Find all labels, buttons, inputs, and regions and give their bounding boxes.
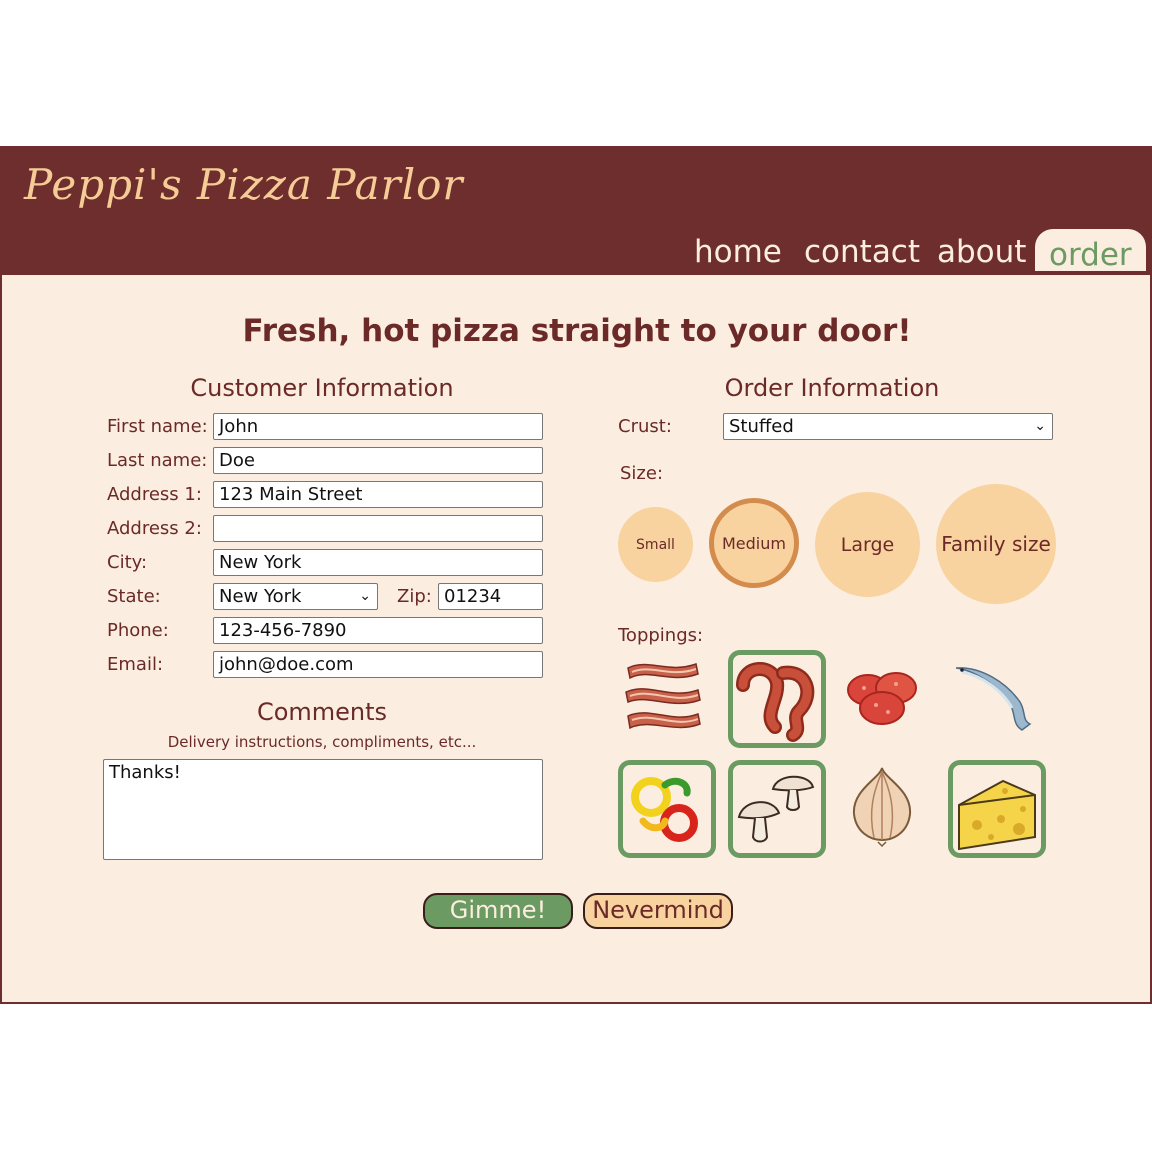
site-logo[interactable]: Peppi's Pizza Parlor <box>24 160 464 209</box>
phone-label: Phone: <box>107 620 169 641</box>
crust-select-value: Stuffed <box>729 416 794 437</box>
topping-peppers[interactable] <box>618 760 716 858</box>
zip-label: Zip: <box>397 586 432 607</box>
customer-info-title: Customer Information <box>190 374 454 402</box>
cheese-icon <box>958 779 1036 851</box>
city-input[interactable]: New York <box>213 549 543 576</box>
address2-input[interactable] <box>213 515 543 542</box>
email-label: Email: <box>107 654 164 675</box>
size-medium-button[interactable]: Medium <box>709 498 799 588</box>
fish-icon <box>955 667 1032 731</box>
mushroom-icon <box>737 775 815 843</box>
site-header: Peppi's Pizza Parlor home contact about … <box>2 146 1152 275</box>
comments-textarea[interactable]: Thanks! <box>103 759 543 860</box>
state-select[interactable]: New York ⌄ <box>213 583 378 610</box>
last-name-input[interactable]: Doe <box>213 447 543 474</box>
submit-button[interactable]: Gimme! <box>423 893 573 929</box>
nav-order[interactable]: order <box>1035 229 1146 273</box>
zip-input[interactable]: 01234 <box>438 583 543 610</box>
city-label: City: <box>107 552 148 573</box>
first-name-label: First name: <box>107 416 208 437</box>
chevron-down-icon: ⌄ <box>359 588 371 604</box>
address1-input[interactable]: 123 Main Street <box>213 481 543 508</box>
nav-about[interactable]: about <box>937 234 1026 270</box>
address2-label: Address 2: <box>107 518 202 539</box>
cancel-button[interactable]: Nevermind <box>583 893 733 929</box>
topping-bacon[interactable] <box>618 650 716 748</box>
page-frame: Peppi's Pizza Parlor home contact about … <box>0 146 1152 1004</box>
topping-cheese[interactable] <box>948 760 1046 858</box>
size-large-button[interactable]: Large <box>815 492 920 597</box>
topping-pepperoni[interactable] <box>838 650 936 748</box>
crust-label: Crust: <box>618 416 672 437</box>
last-name-label: Last name: <box>107 450 208 471</box>
topping-mushrooms[interactable] <box>728 760 826 858</box>
chevron-down-icon: ⌄ <box>1034 418 1046 434</box>
order-info-title: Order Information <box>724 374 940 402</box>
page-tagline: Fresh, hot pizza straight to your door! <box>242 313 912 349</box>
phone-input[interactable]: 123-456-7890 <box>213 617 543 644</box>
nav-contact[interactable]: contact <box>804 234 920 270</box>
first-name-input[interactable]: John <box>213 413 543 440</box>
sausage-icon <box>736 662 815 742</box>
comments-title: Comments <box>256 698 388 726</box>
size-label: Size: <box>620 463 664 484</box>
state-label: State: <box>107 586 161 607</box>
pepper-icon <box>631 777 698 842</box>
state-select-value: New York <box>219 586 302 607</box>
onion-icon <box>852 767 912 848</box>
size-small-button[interactable]: Small <box>618 507 693 582</box>
address1-label: Address 1: <box>107 484 202 505</box>
bacon-icon <box>625 663 701 730</box>
topping-anchovies[interactable] <box>948 650 1046 748</box>
size-family-button[interactable]: Family size <box>936 484 1056 604</box>
pepperoni-icon <box>847 672 917 725</box>
topping-sausage[interactable] <box>728 650 826 748</box>
crust-select[interactable]: Stuffed ⌄ <box>723 413 1053 440</box>
comments-hint: Delivery instructions, compliments, etc.… <box>167 733 477 751</box>
toppings-label: Toppings: <box>618 625 704 646</box>
email-input[interactable]: john@doe.com <box>213 651 543 678</box>
nav-home[interactable]: home <box>694 234 782 270</box>
topping-onion[interactable] <box>838 760 936 858</box>
